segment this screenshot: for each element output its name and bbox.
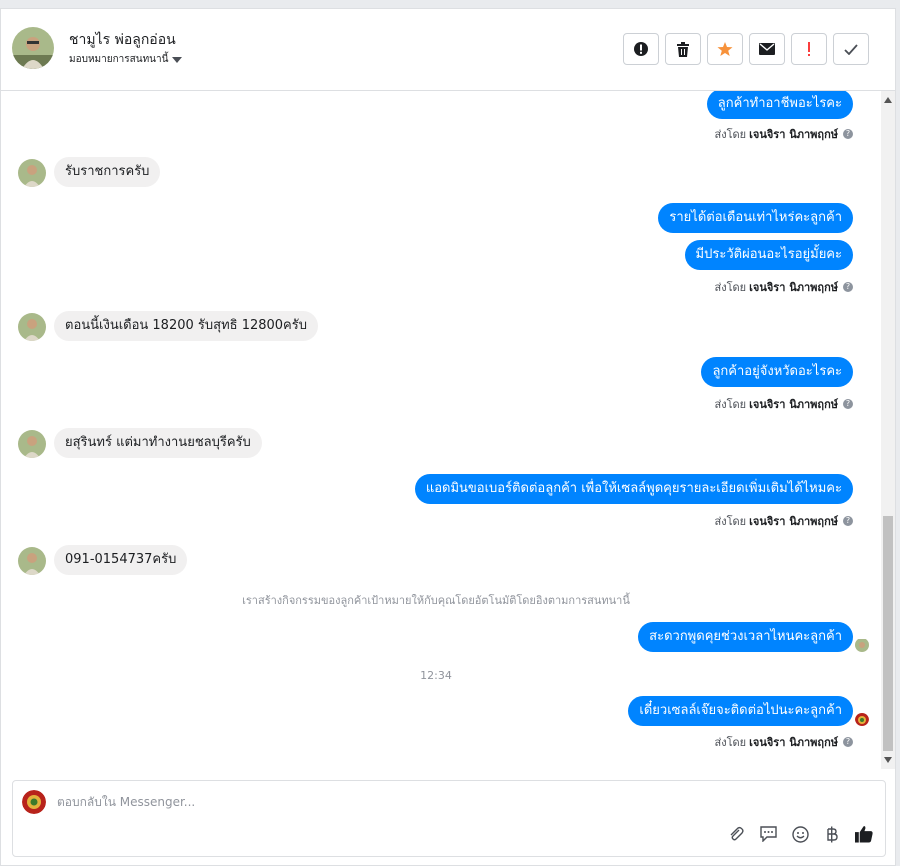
outgoing-message[interactable]: สะดวกพูดคุยช่วงเวลาไหนคะลูกค้า: [638, 622, 853, 652]
star-button[interactable]: [707, 33, 743, 65]
payment-baht-icon[interactable]: [823, 825, 841, 843]
system-note: เราสร้างกิจกรรมของลูกค้าเป้าหมายให้กับคุ…: [242, 594, 630, 607]
help-icon[interactable]: ?: [843, 737, 853, 747]
composer-tools: [727, 825, 873, 843]
mark-done-button[interactable]: [833, 33, 869, 65]
scroll-down-arrow-icon[interactable]: [884, 757, 892, 763]
incoming-message[interactable]: ยสุรินทร์ แต่มาทำงานยชลบุรีครับ: [54, 428, 262, 458]
thread-scrollbar[interactable]: [881, 91, 895, 769]
mark-spam-button[interactable]: [623, 33, 659, 65]
incoming-message[interactable]: ตอนนี้เงินเดือน 18200 รับสุทธิ 12800ครับ: [54, 311, 318, 341]
header-actions: [623, 33, 869, 65]
emoji-icon[interactable]: [791, 825, 809, 843]
contact-avatar-small: [18, 547, 46, 575]
trash-icon: [677, 41, 689, 57]
incoming-message[interactable]: รับราชการครับ: [54, 157, 161, 187]
outgoing-message[interactable]: รายได้ต่อเดือนเท่าไหร่คะลูกค้า: [658, 203, 853, 233]
sent-by-label: ส่งโดย เจนจิรา นิภาพฤกษ์ ?: [715, 395, 853, 413]
help-icon[interactable]: ?: [843, 129, 853, 139]
contact-name[interactable]: ชามูไร พ่อลูกอ่อน: [69, 29, 176, 51]
sent-by-label: ส่งโดย เจนจิรา นิภาพฤกษ์ ?: [715, 512, 853, 530]
incoming-message[interactable]: 091-0154737ครับ: [54, 545, 188, 575]
chevron-down-icon: [172, 56, 183, 63]
sent-by-label: ส่งโดย เจนจิรา นิภาพฤกษ์ ?: [715, 278, 853, 296]
like-thumbs-up-icon[interactable]: [855, 825, 873, 843]
assign-conversation-dropdown[interactable]: มอบหมายการสนทนานี้: [69, 52, 183, 67]
reply-composer: [12, 780, 886, 857]
scrollbar-thumb[interactable]: [883, 516, 893, 751]
inbox-window: ชามูไร พ่อลูกอ่อน มอบหมายการสนทนานี้ ลูก…: [0, 8, 896, 866]
assign-label: มอบหมายการสนทนานี้: [69, 54, 169, 65]
mark-important-button[interactable]: [791, 33, 827, 65]
outgoing-message[interactable]: ลูกค้าทำอาชีพอะไรคะ: [706, 91, 853, 119]
page-seen-avatar: [855, 712, 869, 726]
attachment-icon[interactable]: [727, 825, 745, 843]
contact-avatar-small: [18, 159, 46, 187]
sent-by-label: ส่งโดย เจนจิรา นิภาพฤกษ์ ?: [715, 125, 853, 143]
alert-circle-icon: [634, 42, 648, 56]
help-icon[interactable]: ?: [843, 399, 853, 409]
conversation-header: ชามูไร พ่อลูกอ่อน มอบหมายการสนทนานี้: [1, 9, 895, 91]
contact-avatar-small: [18, 430, 46, 458]
exclamation-icon: [808, 42, 810, 56]
outgoing-message[interactable]: เดี๋ยวเซลล์เจ๊ยจะติดต่อไปนะคะลูกค้า: [628, 696, 853, 726]
outgoing-message[interactable]: ลูกค้าอยู่จังหวัดอะไรคะ: [701, 357, 853, 387]
sent-by-label: ส่งโดย เจนจิรา นิภาพฤกษ์ ?: [715, 733, 853, 751]
timestamp: 12:34: [420, 669, 452, 682]
outgoing-message[interactable]: มีประวัติผ่อนอะไรอยู่มั้ยคะ: [684, 240, 853, 270]
help-icon[interactable]: ?: [843, 516, 853, 526]
message-thread[interactable]: ลูกค้าทำอาชีพอะไรคะ ส่งโดย เจนจิรา นิภาพ…: [1, 91, 881, 769]
contact-avatar[interactable]: [12, 27, 54, 69]
delete-button[interactable]: [665, 33, 701, 65]
saved-reply-icon[interactable]: [759, 825, 777, 843]
help-icon[interactable]: ?: [843, 282, 853, 292]
mark-unread-button[interactable]: [749, 33, 785, 65]
scroll-up-arrow-icon[interactable]: [884, 97, 892, 103]
check-icon: [844, 43, 858, 55]
reply-input[interactable]: [55, 794, 659, 810]
outgoing-message[interactable]: แอดมินขอเบอร์ติดต่อลูกค้า เพื่อให้เซลล์พ…: [414, 474, 853, 504]
seen-avatar: [855, 638, 869, 652]
envelope-icon: [759, 43, 775, 55]
contact-avatar-small: [18, 313, 46, 341]
page-avatar: [22, 790, 46, 814]
star-icon: [717, 42, 733, 56]
